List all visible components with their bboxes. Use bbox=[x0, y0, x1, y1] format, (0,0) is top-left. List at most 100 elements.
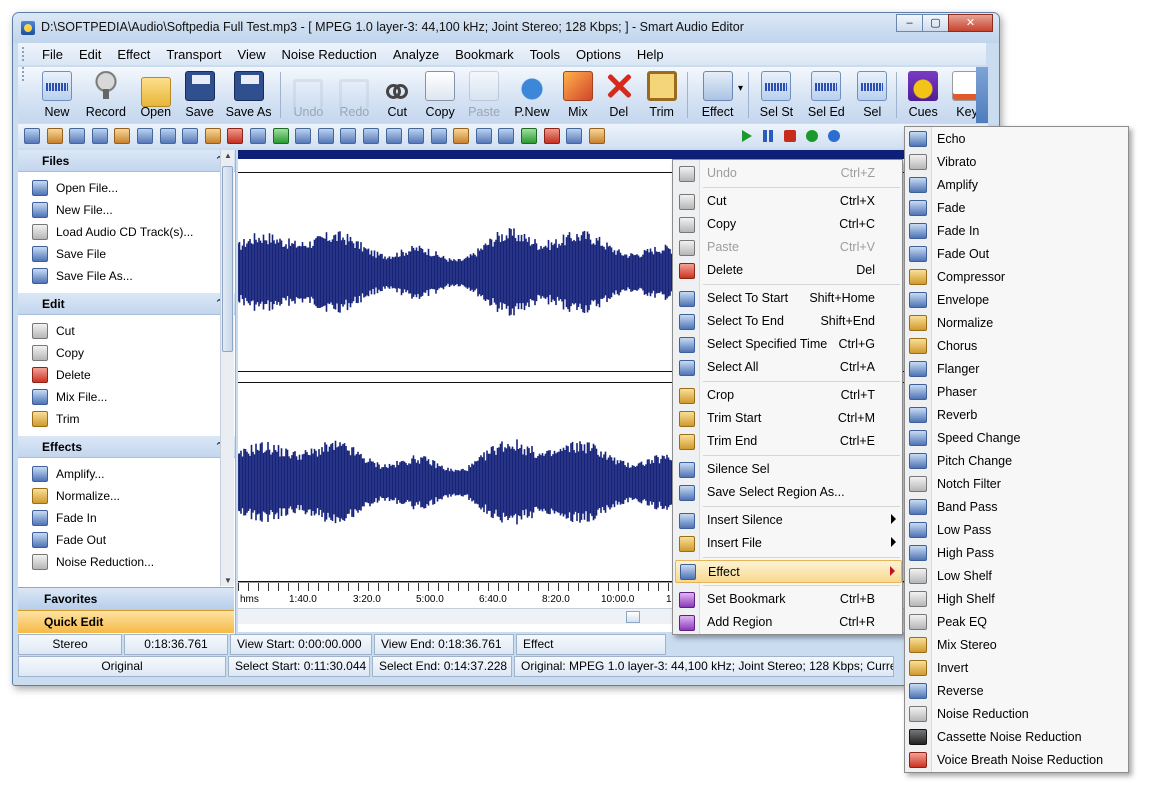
toolbar-open-button[interactable]: Open bbox=[132, 67, 180, 121]
quick-tool-icon[interactable] bbox=[272, 128, 289, 144]
toolbar-overflow-button[interactable] bbox=[976, 67, 988, 123]
toolbar-sel-ed-button[interactable]: Sel Ed bbox=[801, 67, 851, 121]
panel-item-copy[interactable]: Copy bbox=[32, 342, 235, 364]
quick-tool-icon[interactable] bbox=[69, 128, 86, 144]
toolbar-undo-button[interactable]: Undo bbox=[284, 67, 332, 121]
effect-high-shelf-item[interactable]: High Shelf bbox=[907, 588, 1128, 611]
menu-edit[interactable]: Edit bbox=[71, 47, 109, 62]
maximize-button[interactable]: ▢ bbox=[922, 14, 949, 32]
waveform-scroll-thumb[interactable] bbox=[626, 611, 640, 623]
effect-echo-item[interactable]: Echo bbox=[907, 128, 1128, 151]
quick-edit-tab[interactable]: Quick Edit bbox=[18, 610, 234, 633]
quick-tool-icon[interactable] bbox=[408, 128, 425, 144]
context-set-bookmark-item[interactable]: Set Bookmark Ctrl+B bbox=[675, 588, 902, 611]
effect-fade-out-item[interactable]: Fade Out bbox=[907, 243, 1128, 266]
toolbar-paste-button[interactable]: Paste bbox=[462, 67, 506, 121]
effect-noise-reduction-item[interactable]: Noise Reduction bbox=[907, 703, 1128, 726]
toolbar-cues-button[interactable]: Cues bbox=[900, 67, 946, 121]
toolbar-effect-button[interactable]: Effect ▾ bbox=[691, 67, 745, 121]
quick-tool-icon[interactable] bbox=[453, 128, 470, 144]
toolbar-sel-st-button[interactable]: Sel St bbox=[752, 67, 802, 121]
effect-voice-breath-noise-reduction-item[interactable]: Voice Breath Noise Reduction bbox=[907, 749, 1128, 772]
context-silence-sel-item[interactable]: Silence Sel bbox=[675, 458, 902, 481]
effect-low-pass-item[interactable]: Low Pass bbox=[907, 519, 1128, 542]
play-icon[interactable] bbox=[738, 128, 754, 144]
effect-vibrato-item[interactable]: Vibrato bbox=[907, 151, 1128, 174]
context-crop-item[interactable]: Crop Ctrl+T bbox=[675, 384, 902, 407]
toolbar-sel-button[interactable]: Sel bbox=[851, 67, 893, 121]
panel-item-save-file-as[interactable]: Save File As... bbox=[32, 265, 235, 287]
quick-tool-icon[interactable] bbox=[430, 128, 447, 144]
effect-fade-in-item[interactable]: Fade In bbox=[907, 220, 1128, 243]
quick-tool-icon[interactable] bbox=[498, 128, 515, 144]
quick-tool-icon[interactable] bbox=[543, 128, 560, 144]
menu-options[interactable]: Options bbox=[568, 47, 629, 62]
effect-invert-item[interactable]: Invert bbox=[907, 657, 1128, 680]
quick-tool-icon[interactable] bbox=[362, 128, 379, 144]
stop-icon[interactable] bbox=[782, 128, 798, 144]
effect-cassette-noise-reduction-item[interactable]: Cassette Noise Reduction bbox=[907, 726, 1128, 749]
context-cut-item[interactable]: Cut Ctrl+X bbox=[675, 190, 902, 213]
panel-header-edit[interactable]: Edit⌃⌃ bbox=[18, 293, 235, 315]
menu-noise-reduction[interactable]: Noise Reduction bbox=[273, 47, 384, 62]
menu-effect[interactable]: Effect bbox=[109, 47, 158, 62]
panel-item-fade-in[interactable]: Fade In bbox=[32, 507, 235, 529]
context-undo-item[interactable]: Undo Ctrl+Z bbox=[675, 162, 902, 185]
effect-low-shelf-item[interactable]: Low Shelf bbox=[907, 565, 1128, 588]
effect-reverb-item[interactable]: Reverb bbox=[907, 404, 1128, 427]
pause-icon[interactable] bbox=[760, 128, 776, 144]
quick-tool-icon[interactable] bbox=[588, 128, 605, 144]
quick-tool-icon[interactable] bbox=[46, 128, 63, 144]
context-trim-start-item[interactable]: Trim Start Ctrl+M bbox=[675, 407, 902, 430]
panel-item-delete[interactable]: Delete bbox=[32, 364, 235, 386]
menu-file[interactable]: File bbox=[34, 47, 71, 62]
menu-transport[interactable]: Transport bbox=[158, 47, 229, 62]
scroll-up-icon[interactable]: ▲ bbox=[221, 151, 235, 160]
quick-tool-icon[interactable] bbox=[136, 128, 153, 144]
panel-item-amplify[interactable]: Amplify... bbox=[32, 463, 235, 485]
effect-fade-item[interactable]: Fade bbox=[907, 197, 1128, 220]
favorites-tab[interactable]: Favorites bbox=[18, 587, 234, 610]
quick-tool-icon[interactable] bbox=[317, 128, 334, 144]
toolbar-copy-button[interactable]: Copy bbox=[418, 67, 462, 121]
toolbar-trim-button[interactable]: Trim bbox=[640, 67, 684, 121]
minimize-button[interactable]: ‒ bbox=[896, 14, 923, 32]
effect-amplify-item[interactable]: Amplify bbox=[907, 174, 1128, 197]
quick-tool-icon[interactable] bbox=[385, 128, 402, 144]
effect-flanger-item[interactable]: Flanger bbox=[907, 358, 1128, 381]
effect-chorus-item[interactable]: Chorus bbox=[907, 335, 1128, 358]
context-add-region-item[interactable]: Add Region Ctrl+R bbox=[675, 611, 902, 634]
panel-item-mix-file[interactable]: Mix File... bbox=[32, 386, 235, 408]
context-select-specified-time-item[interactable]: Select Specified Time Ctrl+G bbox=[675, 333, 902, 356]
menu-bookmark[interactable]: Bookmark bbox=[447, 47, 522, 62]
context-trim-end-item[interactable]: Trim End Ctrl+E bbox=[675, 430, 902, 453]
play-loop-icon[interactable] bbox=[804, 128, 820, 144]
effect-reverse-item[interactable]: Reverse bbox=[907, 680, 1128, 703]
toolbar-p-new-button[interactable]: P.New bbox=[506, 67, 558, 121]
panel-item-load-audio-cd-track-s[interactable]: Load Audio CD Track(s)... bbox=[32, 221, 235, 243]
effect-peak-eq-item[interactable]: Peak EQ bbox=[907, 611, 1128, 634]
menu-tools[interactable]: Tools bbox=[522, 47, 568, 62]
quick-tool-icon[interactable] bbox=[475, 128, 492, 144]
toolbar-mix-button[interactable]: Mix bbox=[558, 67, 598, 121]
quick-tool-icon[interactable] bbox=[204, 128, 221, 144]
panel-item-trim[interactable]: Trim bbox=[32, 408, 235, 430]
effect-compressor-item[interactable]: Compressor bbox=[907, 266, 1128, 289]
effect-envelope-item[interactable]: Envelope bbox=[907, 289, 1128, 312]
panel-item-normalize[interactable]: Normalize... bbox=[32, 485, 235, 507]
effect-normalize-item[interactable]: Normalize bbox=[907, 312, 1128, 335]
effect-phaser-item[interactable]: Phaser bbox=[907, 381, 1128, 404]
panel-item-noise-reduction[interactable]: Noise Reduction... bbox=[32, 551, 235, 573]
context-select-all-item[interactable]: Select All Ctrl+A bbox=[675, 356, 902, 379]
side-panel-scroll-thumb[interactable] bbox=[222, 166, 233, 352]
panel-header-files[interactable]: Files⌃⌃ bbox=[18, 150, 235, 172]
quick-tool-icon[interactable] bbox=[24, 128, 40, 144]
menu-view[interactable]: View bbox=[230, 47, 274, 62]
context-insert-file-item[interactable]: Insert File bbox=[675, 532, 902, 555]
effect-mix-stereo-item[interactable]: Mix Stereo bbox=[907, 634, 1128, 657]
panel-item-open-file[interactable]: Open File... bbox=[32, 177, 235, 199]
quick-tool-icon[interactable] bbox=[182, 128, 199, 144]
panel-item-fade-out[interactable]: Fade Out bbox=[32, 529, 235, 551]
menu-help[interactable]: Help bbox=[629, 47, 672, 62]
toolbar-record-button[interactable]: Record bbox=[80, 67, 132, 121]
